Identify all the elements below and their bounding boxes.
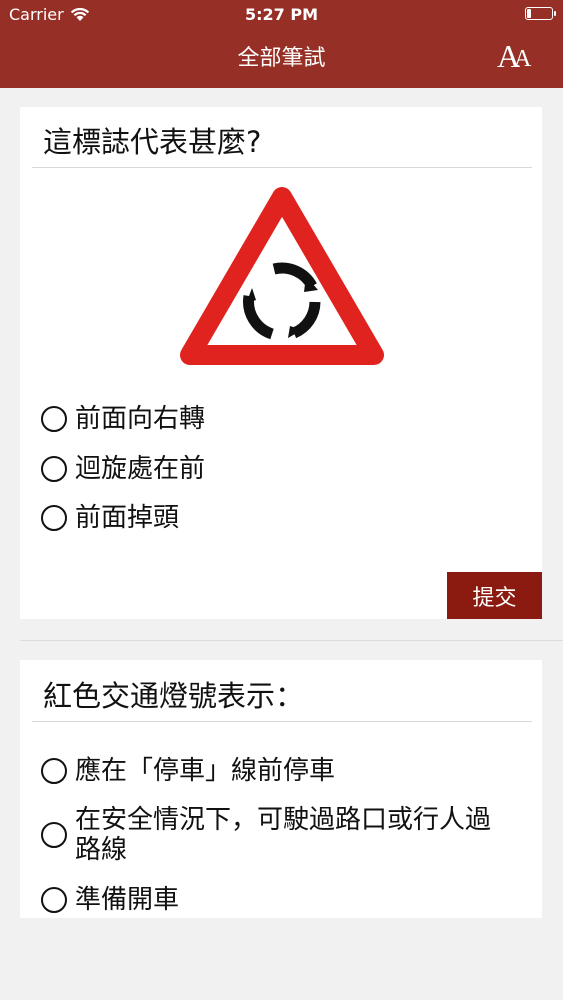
font-size-icon-small: A — [514, 46, 532, 72]
option-label: 前面向右轉 — [75, 404, 206, 434]
answer-option[interactable]: 在安全情況下，可駛過路口或行人過路線 — [41, 805, 511, 865]
answer-option[interactable]: 應在「停車」線前停車 — [41, 756, 335, 786]
radio-button[interactable] — [41, 456, 67, 482]
page-title: 全部筆試 — [237, 46, 326, 71]
answer-option[interactable]: 前面向右轉 — [41, 404, 205, 434]
question-card-2: 紅色交通燈號表示： 應在「停車」線前停車 在安全情況下，可駛過路口或行人過路線 … — [20, 660, 542, 918]
answer-option[interactable]: 前面掉頭 — [41, 503, 179, 533]
title-divider — [32, 167, 532, 168]
submit-button[interactable]: 提交 — [447, 572, 542, 619]
answer-option[interactable]: 迴旋處在前 — [41, 454, 205, 484]
title-divider — [32, 721, 532, 722]
option-label: 在安全情況下，可駛過路口或行人過路線 — [75, 805, 492, 865]
radio-button[interactable] — [41, 758, 67, 784]
question-title: 這標誌代表甚麼? — [43, 125, 262, 159]
roundabout-sign-image — [180, 187, 384, 365]
option-label: 準備開車 — [75, 885, 180, 915]
status-bar: Carrier 5:27 PM — [0, 0, 563, 30]
battery-icon — [525, 7, 556, 20]
navigation-bar: Carrier 5:27 PM 全部筆試 A A — [0, 0, 563, 88]
option-label: 前面掉頭 — [75, 503, 180, 533]
question-card-1: 這標誌代表甚麼? 前面向右轉 迴旋處在前 前面掉頭 提交 — [20, 107, 542, 619]
radio-button[interactable] — [41, 887, 67, 913]
section-divider — [20, 640, 563, 641]
radio-button[interactable] — [41, 406, 67, 432]
clock: 5:27 PM — [244, 5, 318, 24]
answer-option[interactable]: 準備開車 — [41, 885, 179, 915]
option-label: 迴旋處在前 — [75, 454, 206, 484]
radio-button[interactable] — [41, 505, 67, 531]
option-label: 應在「停車」線前停車 — [75, 756, 336, 786]
radio-button[interactable] — [41, 822, 67, 848]
font-size-button[interactable]: A A — [497, 38, 537, 74]
question-title: 紅色交通燈號表示： — [43, 679, 305, 713]
